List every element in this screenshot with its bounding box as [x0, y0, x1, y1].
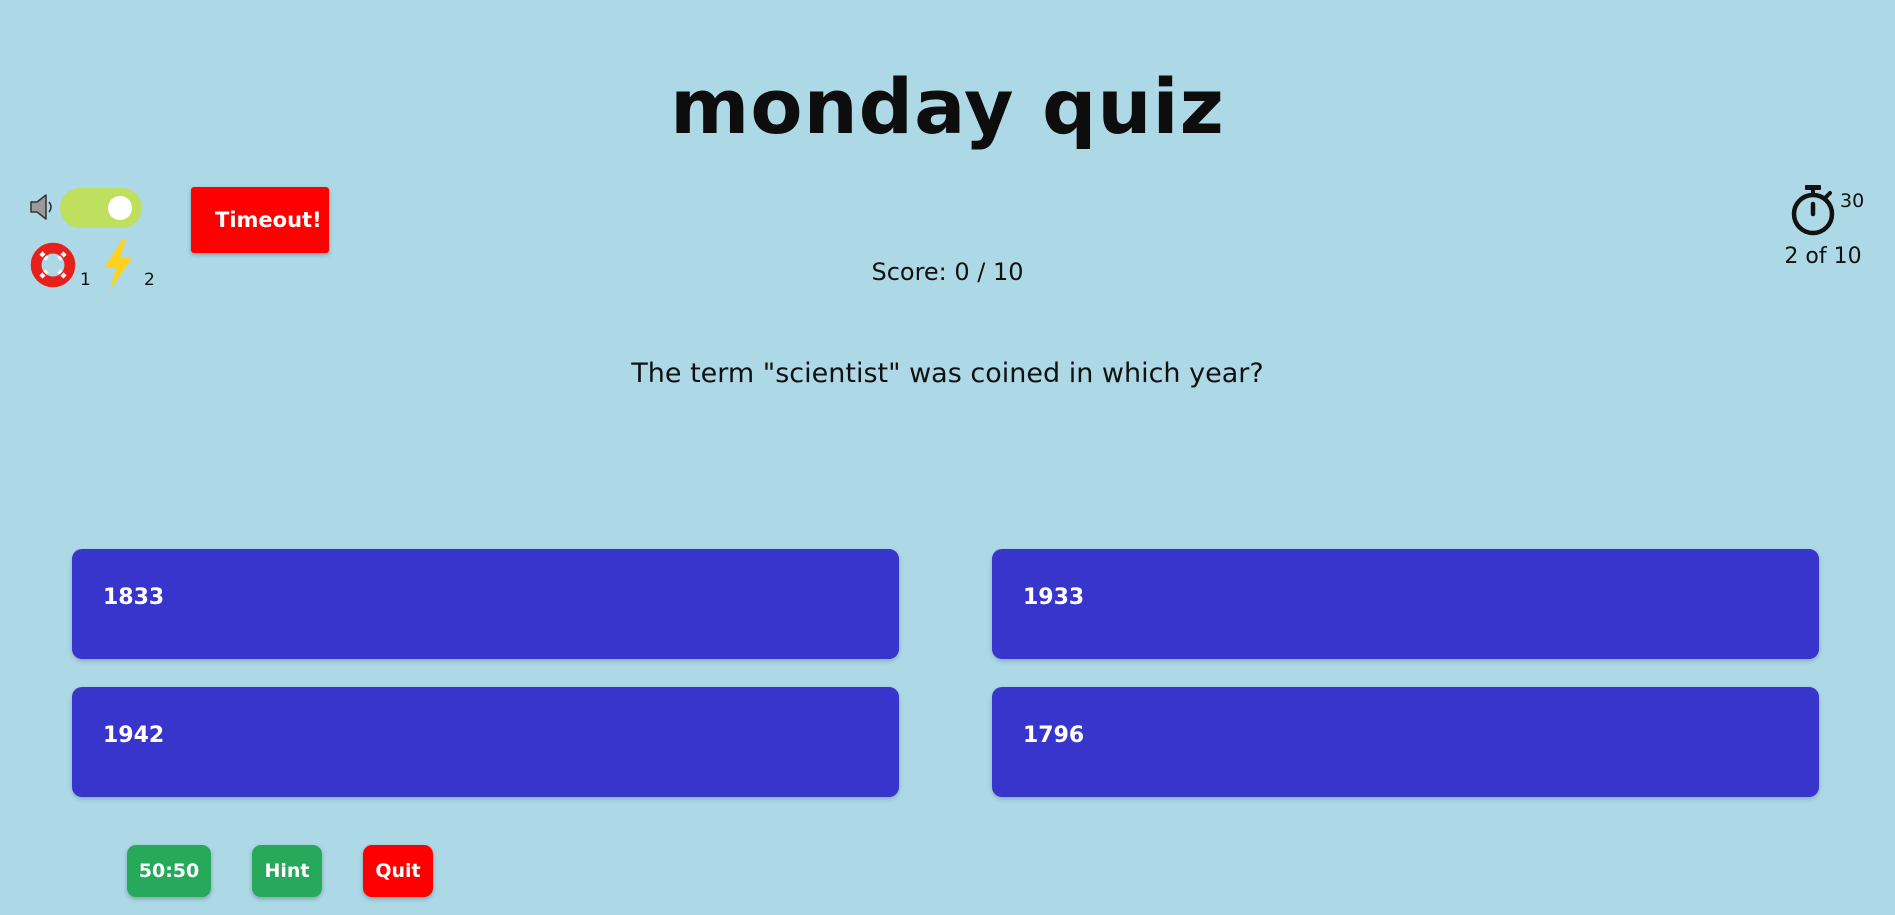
score-display: Score: 0 / 10: [871, 258, 1024, 286]
toggle-knob: [108, 196, 132, 220]
answer-option[interactable]: 1796: [992, 687, 1819, 797]
sound-toggle[interactable]: [60, 188, 142, 228]
answer-option[interactable]: 1942: [72, 687, 899, 797]
speaker-icon[interactable]: [28, 192, 58, 222]
quit-button[interactable]: Quit: [363, 845, 433, 897]
question-progress: 2 of 10: [1784, 244, 1862, 269]
answer-option[interactable]: 1933: [992, 549, 1819, 659]
timer-seconds: 30: [1840, 190, 1865, 212]
question-text: The term "scientist" was coined in which…: [631, 358, 1264, 389]
fifty-fifty-button[interactable]: 50:50: [127, 845, 211, 897]
timeout-button[interactable]: Timeout!: [191, 187, 329, 253]
stopwatch-icon: [1791, 185, 1835, 236]
answer-option[interactable]: 1833: [72, 549, 899, 659]
answer-grid: 1833 1933 1942 1796: [72, 549, 1819, 797]
quiz-title: monday quiz: [670, 62, 1225, 151]
hint-button[interactable]: Hint: [252, 845, 322, 897]
